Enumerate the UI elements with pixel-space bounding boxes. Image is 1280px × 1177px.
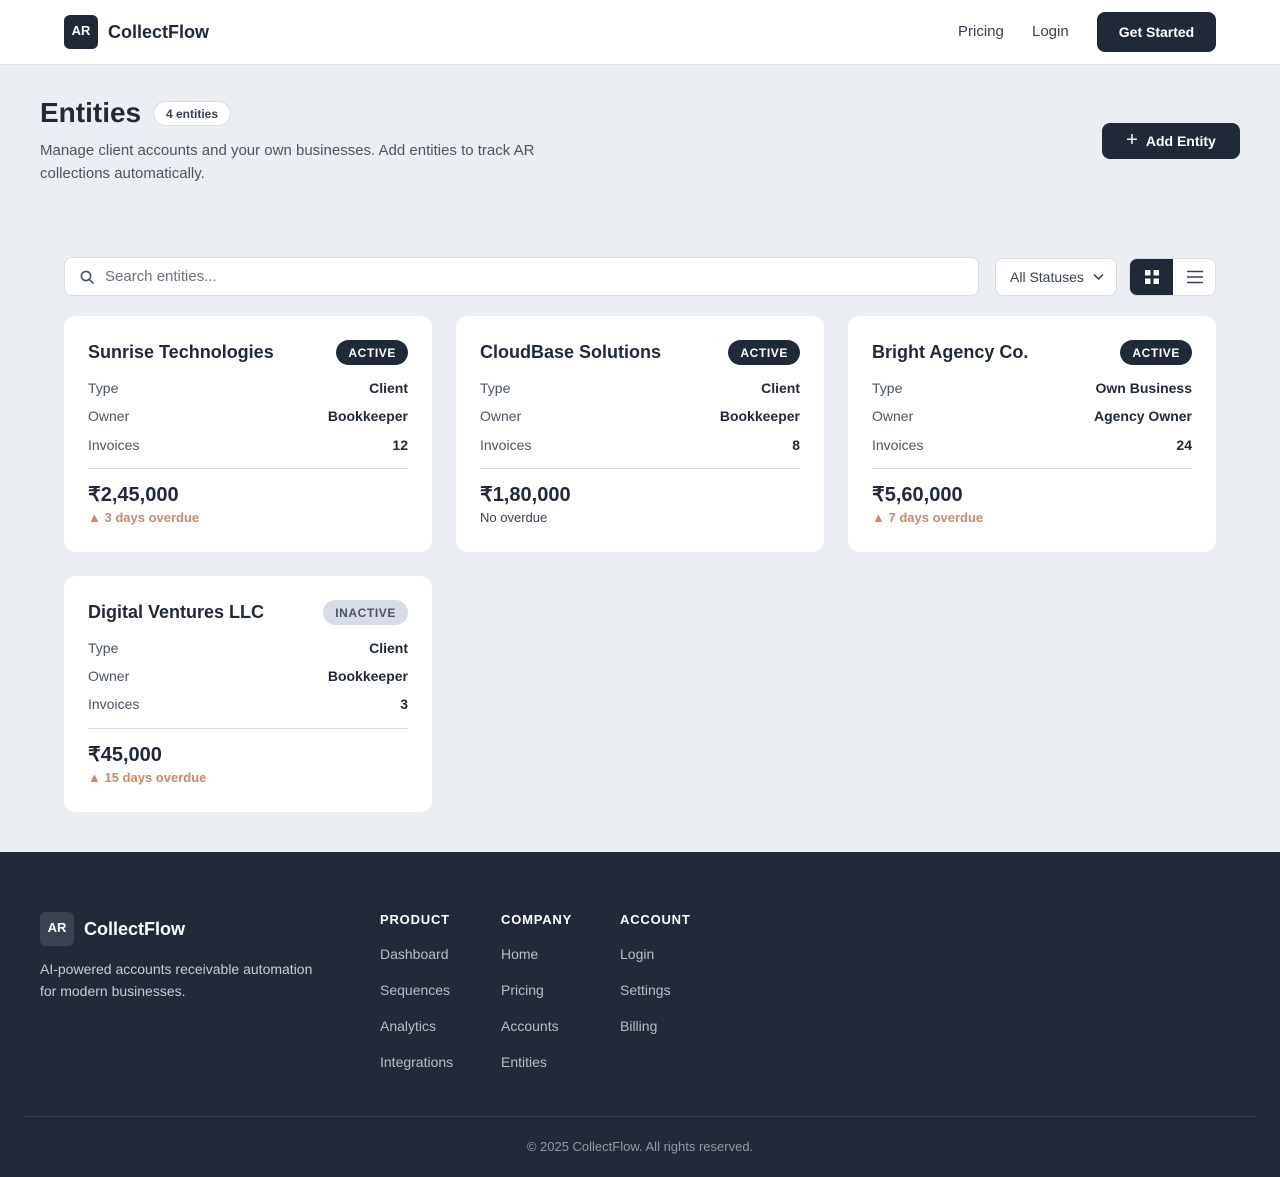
entity-card[interactable]: Bright Agency Co. ACTIVE Type Own Busines… xyxy=(848,316,1216,552)
overdue-status: ▲ 7 days overdue xyxy=(872,510,984,525)
entity-card[interactable]: Digital Ventures LLC INACTIVE Type Client… xyxy=(64,576,432,812)
outstanding-amount: ₹1,80,000 xyxy=(480,484,571,506)
invoices-label: Invoices xyxy=(480,437,532,453)
invoices-value: 8 xyxy=(792,437,800,453)
footer-link-entities[interactable]: Entities xyxy=(501,1055,572,1091)
status-badge: INACTIVE xyxy=(323,600,408,625)
footer-tagline: AI-powered accounts receivable automatio… xyxy=(40,961,313,999)
footer-heading: ACCOUNT xyxy=(620,912,691,927)
footer-heading: PRODUCT xyxy=(380,912,450,927)
outstanding-amount: ₹45,000 xyxy=(88,744,162,766)
entity-name: CloudBase Solutions xyxy=(480,342,662,362)
type-value: Client xyxy=(761,380,800,396)
invoices-value: 3 xyxy=(400,696,408,712)
overdue-status: No overdue xyxy=(480,510,548,525)
logo: AR xyxy=(64,15,98,49)
search-box xyxy=(64,257,979,296)
footer-link-pricing[interactable]: Pricing xyxy=(501,983,572,1019)
type-label: Type xyxy=(88,380,119,396)
entity-card[interactable]: Sunrise Technologies ACTIVE Type Client O… xyxy=(64,316,432,552)
invoices-value: 12 xyxy=(392,437,408,453)
divider xyxy=(88,728,408,729)
entity-count-badge: 4 entities xyxy=(153,101,232,126)
type-label: Type xyxy=(872,380,903,396)
footer-link-login[interactable]: Login xyxy=(620,947,691,983)
owner-label: Owner xyxy=(872,408,914,424)
brand[interactable]: AR CollectFlow xyxy=(64,15,209,49)
top-nav: AR CollectFlow Pricing Login Get Started xyxy=(0,0,1280,65)
status-badge: ACTIVE xyxy=(336,340,408,365)
list-view-button[interactable] xyxy=(1173,259,1215,295)
get-started-button[interactable]: Get Started xyxy=(1097,12,1216,52)
divider xyxy=(872,468,1192,469)
outstanding-amount: ₹5,60,000 xyxy=(872,484,963,506)
entity-card[interactable]: CloudBase Solutions ACTIVE Type Client Ow… xyxy=(456,316,824,552)
owner-value: Agency Owner xyxy=(1093,408,1192,424)
entity-name: Sunrise Technologies xyxy=(88,342,274,362)
overdue-status: ▲ 15 days overdue xyxy=(88,770,207,785)
page-description: Manage client accounts and your own busi… xyxy=(40,142,535,182)
type-value: Own Business xyxy=(1095,380,1192,396)
footer-link-integrations[interactable]: Integrations xyxy=(380,1055,453,1091)
list-icon xyxy=(1186,270,1203,284)
outstanding-amount: ₹2,45,000 xyxy=(88,484,179,506)
chevron-down-icon xyxy=(1093,273,1104,281)
add-entity-button[interactable]: + Add Entity xyxy=(1102,123,1240,159)
footer-heading: COMPANY xyxy=(501,912,573,927)
add-entity-label: Add Entity xyxy=(1145,133,1216,149)
footer: AR CollectFlow AI-powered accounts recei… xyxy=(0,852,1280,1177)
footer-column-account: ACCOUNT Login Settings Billing xyxy=(620,912,691,1055)
search-icon xyxy=(80,270,94,284)
grid-view-button[interactable] xyxy=(1130,259,1173,295)
type-value: Client xyxy=(369,380,408,396)
footer-link-dashboard[interactable]: Dashboard xyxy=(380,947,453,983)
footer-brand[interactable]: AR CollectFlow xyxy=(40,912,185,946)
entity-name: Bright Agency Co. xyxy=(872,342,1029,362)
footer-link-analytics[interactable]: Analytics xyxy=(380,1019,453,1055)
view-toggle xyxy=(1129,258,1216,296)
footer-link-accounts[interactable]: Accounts xyxy=(501,1019,572,1055)
footer-link-sequences[interactable]: Sequences xyxy=(380,983,453,1019)
search-input[interactable] xyxy=(105,258,965,295)
invoices-value: 24 xyxy=(1176,437,1192,453)
grid-icon xyxy=(1144,270,1159,284)
footer-divider xyxy=(24,1116,1256,1117)
footer-link-billing[interactable]: Billing xyxy=(620,1019,691,1055)
owner-label: Owner xyxy=(88,408,130,424)
footer-link-settings[interactable]: Settings xyxy=(620,983,691,1019)
footer-brand-name: CollectFlow xyxy=(84,918,186,939)
divider xyxy=(88,468,408,469)
status-filter-value: All Statuses xyxy=(1010,269,1084,285)
owner-value: Bookkeeper xyxy=(327,668,408,684)
owner-label: Owner xyxy=(88,668,130,684)
footer-column-company: COMPANY Home Pricing Accounts Entities xyxy=(501,912,572,1091)
status-badge: ACTIVE xyxy=(728,340,800,365)
owner-label: Owner xyxy=(480,408,522,424)
type-value: Client xyxy=(369,640,408,656)
status-badge: ACTIVE xyxy=(1120,340,1192,365)
footer-logo: AR xyxy=(40,912,74,946)
brand-name: CollectFlow xyxy=(108,21,210,42)
nav-link-pricing[interactable]: Pricing xyxy=(958,23,1004,40)
invoices-label: Invoices xyxy=(88,437,140,453)
status-filter-select[interactable]: All Statuses xyxy=(995,258,1117,296)
invoices-label: Invoices xyxy=(872,437,924,453)
copyright: © 2025 CollectFlow. All rights reserved. xyxy=(526,1139,754,1154)
invoices-label: Invoices xyxy=(88,696,140,712)
nav-link-login[interactable]: Login xyxy=(1032,23,1069,40)
owner-value: Bookkeeper xyxy=(327,408,408,424)
owner-value: Bookkeeper xyxy=(719,408,800,424)
divider xyxy=(480,468,800,469)
overdue-status: ▲ 3 days overdue xyxy=(88,510,200,525)
plus-icon: + xyxy=(1126,129,1138,151)
type-label: Type xyxy=(88,640,119,656)
footer-link-home[interactable]: Home xyxy=(501,947,572,983)
entity-name: Digital Ventures LLC xyxy=(88,602,265,622)
page-title: Entities xyxy=(40,97,142,128)
type-label: Type xyxy=(480,380,511,396)
footer-column-product: PRODUCT Dashboard Sequences Analytics In… xyxy=(380,912,453,1091)
